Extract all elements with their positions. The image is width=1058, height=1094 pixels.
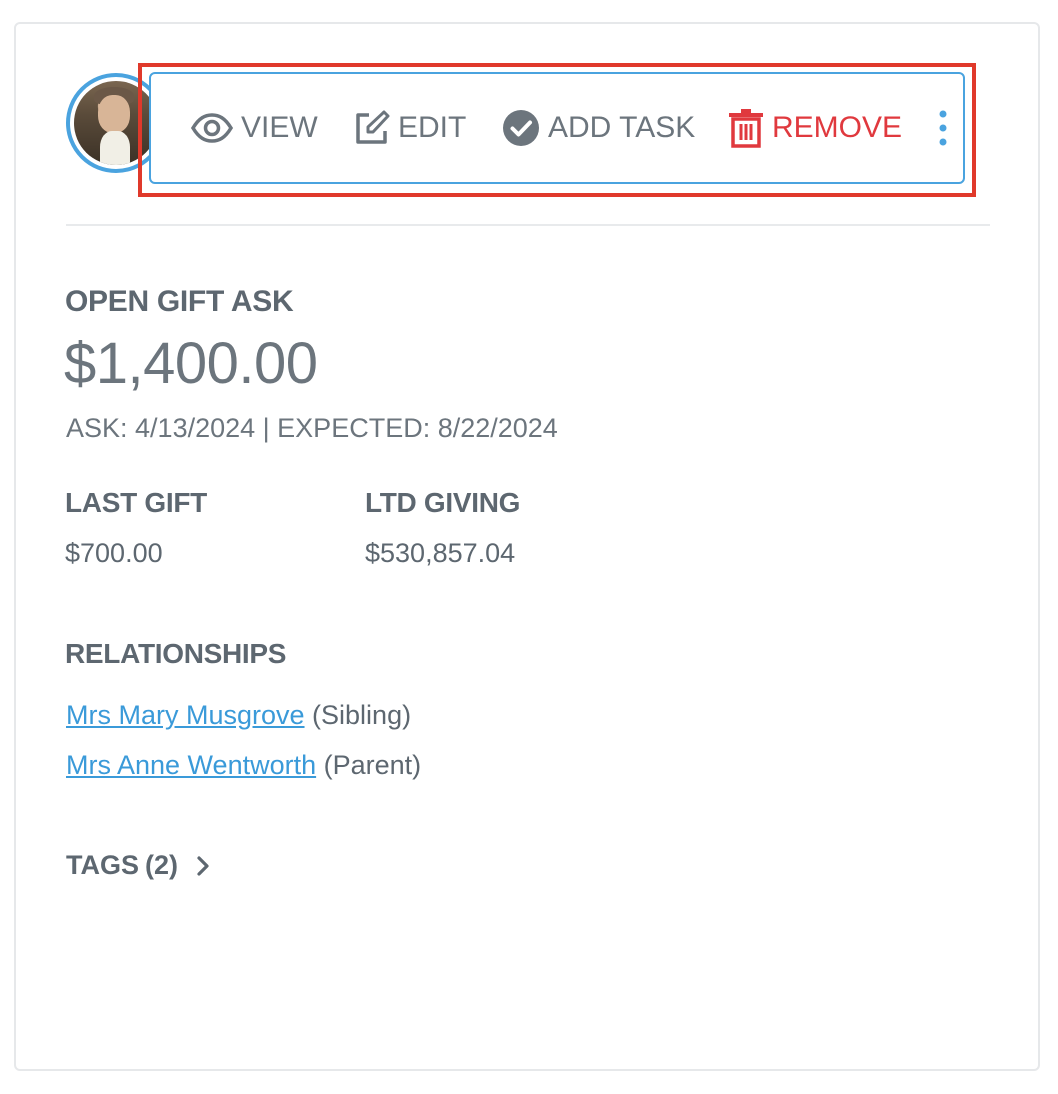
kebab-menu-icon xyxy=(939,110,947,146)
action-toolbar: VIEW EDIT ADD TASK REMOVE xyxy=(149,72,965,184)
add-task-label: ADD TASK xyxy=(548,111,696,144)
tags-label: TAGS xyxy=(66,850,139,880)
edit-button[interactable]: EDIT xyxy=(354,74,466,182)
last-gift-value: $700.00 xyxy=(65,538,163,568)
edit-label: EDIT xyxy=(398,111,467,144)
remove-button[interactable]: REMOVE xyxy=(728,74,902,182)
edit-icon xyxy=(356,110,390,144)
open-gift-ask-title: OPEN GIFT ASK xyxy=(65,285,294,318)
relationships-title: RELATIONSHIPS xyxy=(65,638,287,669)
view-button[interactable]: VIEW xyxy=(191,74,318,182)
divider xyxy=(66,224,990,226)
remove-label: REMOVE xyxy=(772,111,903,144)
relationship-link[interactable]: Mrs Mary Musgrove xyxy=(66,700,305,730)
ltd-giving-label: LTD GIVING xyxy=(365,487,521,518)
relationship-link[interactable]: Mrs Anne Wentworth xyxy=(66,750,316,780)
add-task-button[interactable]: ADD TASK xyxy=(502,74,695,182)
eye-icon xyxy=(191,113,233,143)
ask-dates: ASK: 4/13/2024 | EXPECTED: 8/22/2024 xyxy=(66,413,558,443)
ltd-giving-value: $530,857.04 xyxy=(365,538,516,568)
view-label: VIEW xyxy=(241,111,318,144)
check-circle-icon xyxy=(503,110,539,146)
last-gift-label: LAST GIFT xyxy=(65,487,207,518)
relationship-item: Mrs Anne Wentworth (Parent) xyxy=(66,750,421,781)
trash-icon xyxy=(729,109,763,148)
chevron-right-icon xyxy=(197,855,209,876)
ask-amount: $1,400.00 xyxy=(64,331,318,396)
relationship-item: Mrs Mary Musgrove (Sibling) xyxy=(66,700,411,731)
more-options-button[interactable] xyxy=(931,74,955,182)
relationship-type: (Parent) xyxy=(323,750,422,780)
tags-toggle[interactable]: TAGS (2) xyxy=(66,850,210,881)
tags-count: (2) xyxy=(145,850,178,880)
relationship-type: (Sibling) xyxy=(312,700,412,730)
